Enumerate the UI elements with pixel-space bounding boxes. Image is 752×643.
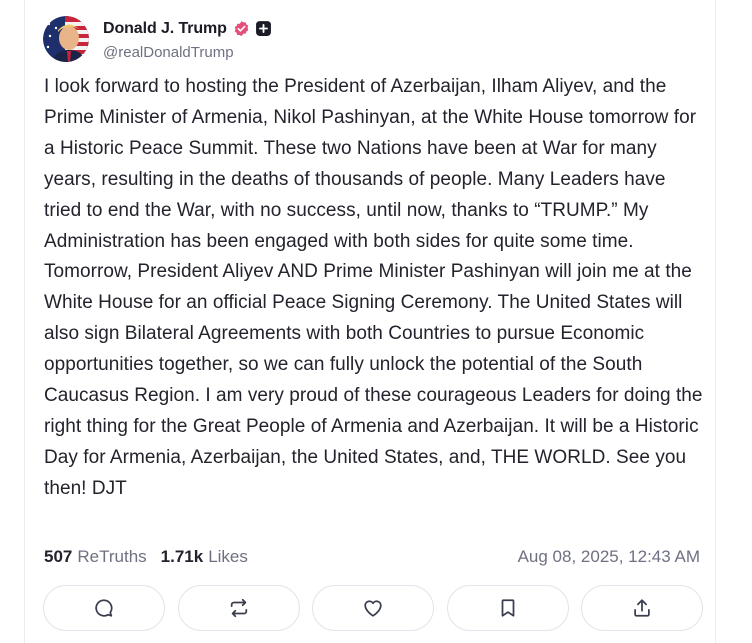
share-button[interactable] bbox=[581, 585, 703, 631]
bookmark-icon bbox=[501, 599, 514, 617]
heart-icon bbox=[364, 600, 382, 617]
post-actions bbox=[43, 585, 703, 633]
like-button[interactable] bbox=[312, 585, 434, 631]
verified-badge-icon bbox=[233, 20, 250, 37]
share-icon bbox=[634, 599, 650, 617]
post-timestamp: Aug 08, 2025, 12:43 AM bbox=[517, 547, 700, 566]
bookmark-button[interactable] bbox=[446, 585, 569, 631]
retruths-label[interactable]: ReTruths bbox=[77, 547, 146, 567]
author-name-row: Donald J. Trump bbox=[103, 18, 272, 40]
plus-square-icon bbox=[255, 20, 272, 37]
post-card: Donald J. Trump @realDonaldTrump I look … bbox=[24, 0, 716, 643]
retruths-count[interactable]: 507 bbox=[44, 547, 72, 567]
author-display-name[interactable]: Donald J. Trump bbox=[103, 20, 227, 38]
reply-button[interactable] bbox=[43, 585, 165, 631]
page: Donald J. Trump @realDonaldTrump I look … bbox=[0, 0, 752, 643]
author-handle[interactable]: @realDonaldTrump bbox=[103, 44, 272, 61]
post-stats: 507 ReTruths 1.71k Likes Aug 08, 2025, 1… bbox=[44, 545, 700, 569]
post-body-text: I look forward to hosting the President … bbox=[44, 76, 703, 499]
retruth-button[interactable] bbox=[177, 585, 300, 631]
author-block: Donald J. Trump @realDonaldTrump bbox=[103, 18, 272, 61]
post-header: Donald J. Trump @realDonaldTrump bbox=[43, 14, 272, 64]
repost-icon bbox=[230, 598, 247, 618]
likes-count[interactable]: 1.71k bbox=[161, 547, 204, 567]
likes-label[interactable]: Likes bbox=[208, 547, 248, 567]
comment-icon bbox=[95, 599, 113, 617]
avatar[interactable] bbox=[43, 16, 89, 62]
